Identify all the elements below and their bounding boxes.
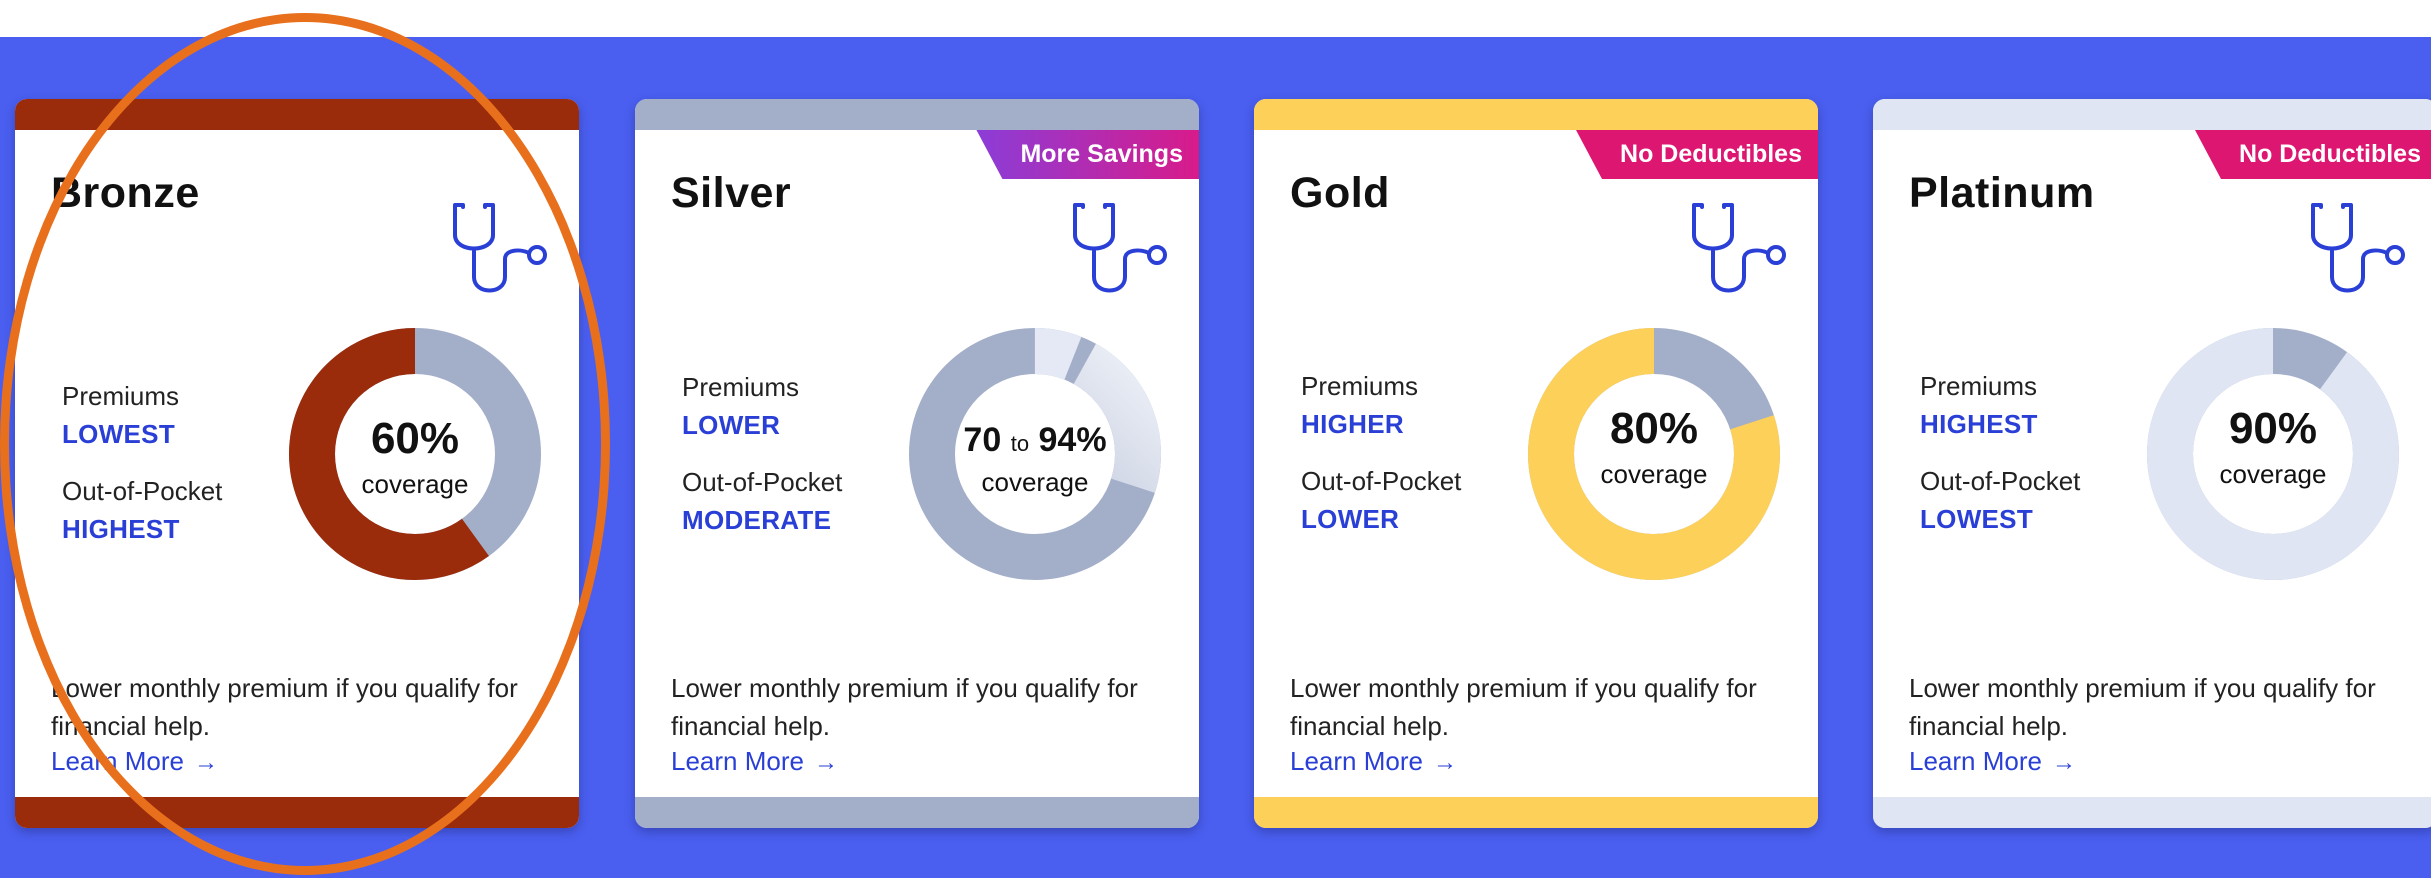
premiums-label: Premiums bbox=[62, 381, 180, 411]
out-of-pocket-label: Out-of-Pocket bbox=[682, 467, 843, 497]
plan-title: Platinum bbox=[1909, 169, 2095, 217]
premiums-label: Premiums bbox=[1920, 371, 2038, 401]
premiums-label: Premiums bbox=[682, 372, 800, 402]
stethoscope-icon bbox=[1692, 203, 1786, 293]
learn-more-label: Learn More bbox=[1909, 746, 2042, 776]
card-top-bar bbox=[15, 99, 579, 130]
card-bottom-bar bbox=[635, 797, 1199, 828]
out-of-pocket-label: Out-of-Pocket bbox=[1301, 466, 1462, 496]
arrow-right-icon: → bbox=[1432, 749, 1457, 776]
premiums-value: LOWER bbox=[682, 410, 781, 440]
out-of-pocket-value: MODERATE bbox=[682, 505, 832, 535]
stethoscope-icon bbox=[1073, 203, 1167, 293]
premiums-label: Premiums bbox=[1301, 371, 1419, 401]
out-of-pocket-value: LOWEST bbox=[1920, 504, 2034, 534]
learn-more-link[interactable]: Learn More → bbox=[671, 746, 838, 777]
learn-more-label: Learn More bbox=[1290, 746, 1423, 776]
badge-no-deductibles: No Deductibles bbox=[2195, 130, 2431, 179]
arrow-right-icon: → bbox=[2051, 749, 2076, 776]
card-top-bar bbox=[1873, 99, 2431, 130]
badge-no-deductibles: No Deductibles bbox=[1576, 130, 1818, 179]
plan-card-bronze[interactable]: Bronze Premiums LOWEST Out-of-Pocket HIG… bbox=[15, 99, 579, 828]
plan-card-gold[interactable]: No Deductibles Gold Premiums HIGHER Out-… bbox=[1254, 99, 1818, 828]
card-bottom-bar bbox=[15, 797, 579, 828]
coverage-percent: 60% bbox=[370, 414, 460, 463]
out-of-pocket-label: Out-of-Pocket bbox=[62, 476, 223, 506]
plan-description: Lower monthly premium if you qualify for… bbox=[51, 673, 518, 741]
stethoscope-icon bbox=[2311, 203, 2405, 293]
card-top-bar bbox=[1254, 99, 1818, 130]
stethoscope-icon bbox=[453, 203, 547, 293]
plan-title: Silver bbox=[671, 169, 792, 217]
coverage-donut bbox=[2147, 328, 2399, 580]
out-of-pocket-value: LOWER bbox=[1301, 504, 1400, 534]
coverage-high: 94% bbox=[1038, 421, 1107, 459]
badge-more-savings: More Savings bbox=[976, 130, 1199, 179]
premiums-value: HIGHER bbox=[1301, 409, 1404, 439]
plan-description: Lower monthly premium if you qualify for… bbox=[1290, 673, 1757, 741]
coverage-label: coverage bbox=[1600, 459, 1708, 489]
coverage-to: to bbox=[1010, 431, 1030, 456]
learn-more-link[interactable]: Learn More → bbox=[1290, 746, 1457, 777]
premiums-value: HIGHEST bbox=[1920, 409, 2038, 439]
plan-description: Lower monthly premium if you qualify for… bbox=[671, 673, 1138, 741]
premiums-value: LOWEST bbox=[62, 419, 176, 449]
plan-card-silver[interactable]: More Savings Silver Premiums LOWER Out-o… bbox=[635, 99, 1199, 828]
plan-title: Gold bbox=[1290, 169, 1390, 217]
card-top-bar bbox=[635, 99, 1199, 130]
card-bottom-bar bbox=[1873, 797, 2431, 828]
coverage-label: coverage bbox=[981, 467, 1089, 497]
card-bottom-bar bbox=[1254, 797, 1818, 828]
coverage-range: 70 to 94% bbox=[905, 421, 1165, 460]
arrow-right-icon: → bbox=[813, 749, 838, 776]
learn-more-link[interactable]: Learn More → bbox=[51, 746, 218, 777]
coverage-percent: 90% bbox=[2228, 404, 2318, 453]
out-of-pocket-value: HIGHEST bbox=[62, 514, 180, 544]
learn-more-label: Learn More bbox=[671, 746, 804, 776]
learn-more-link[interactable]: Learn More → bbox=[1909, 746, 2076, 777]
plan-card-platinum[interactable]: No Deductibles Platinum Premiums HIGHEST… bbox=[1873, 99, 2431, 828]
coverage-donut bbox=[1528, 328, 1780, 580]
coverage-label: coverage bbox=[2219, 459, 2327, 489]
arrow-right-icon: → bbox=[193, 749, 218, 776]
donut-fill bbox=[2147, 328, 2399, 580]
coverage-low: 70 bbox=[963, 421, 1002, 459]
out-of-pocket-label: Out-of-Pocket bbox=[1920, 466, 2081, 496]
plan-description: Lower monthly premium if you qualify for… bbox=[1909, 673, 2376, 741]
learn-more-label: Learn More bbox=[51, 746, 184, 776]
plan-title: Bronze bbox=[51, 169, 200, 217]
coverage-percent: 80% bbox=[1609, 404, 1699, 453]
coverage-label: coverage bbox=[361, 469, 469, 499]
